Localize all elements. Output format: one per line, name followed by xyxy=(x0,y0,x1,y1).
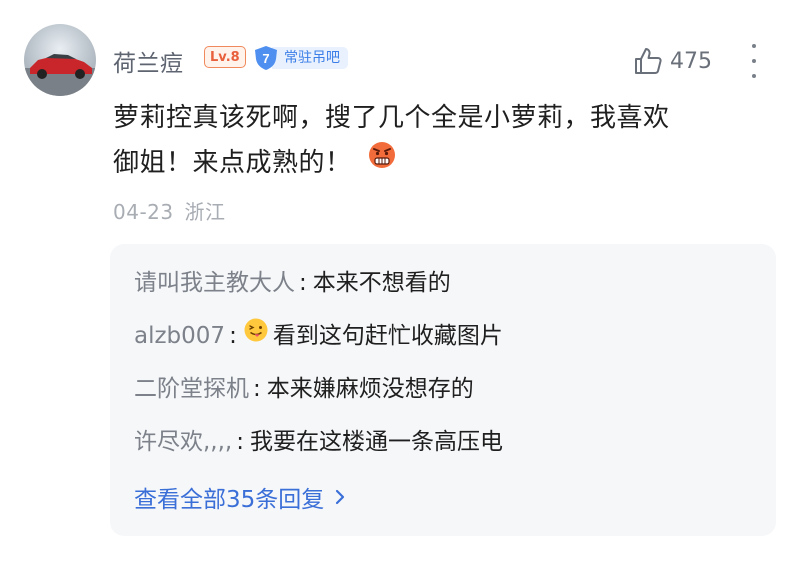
dot xyxy=(752,59,756,63)
reply-item[interactable]: 二阶堂探机: 本来嫌麻烦没想存的 xyxy=(134,372,474,406)
comment-line-1: 萝莉控真该死啊，搜了几个全是小萝莉，我喜欢 xyxy=(113,103,670,133)
reply-author[interactable]: alzb007 xyxy=(134,323,225,349)
reply-text: 我要在这楼通一条高压电 xyxy=(250,429,503,455)
reply-item[interactable]: 许尽欢,,,,: 我要在这楼通一条高压电 xyxy=(134,425,503,459)
dot xyxy=(752,44,756,48)
reply-text: 本来嫌麻烦没想存的 xyxy=(266,376,474,402)
comment-location: 浙江 xyxy=(184,200,226,224)
level-badge: Lv.8 xyxy=(204,46,246,68)
comment-text: 萝莉控真该死啊，搜了几个全是小萝莉，我喜欢 御姐！来点成熟的！ xyxy=(113,96,773,186)
more-options-button[interactable] xyxy=(746,44,762,78)
tongue-out-emoji-icon xyxy=(243,317,269,353)
reply-colon: : xyxy=(299,270,307,296)
reply-item[interactable]: alzb007: 看到这句赶忙收藏图片 xyxy=(134,317,503,353)
view-all-label: 查看全部35条回复 xyxy=(134,487,325,513)
member-label: 常驻吊吧 xyxy=(272,47,348,69)
username[interactable]: 荷兰痘 xyxy=(113,44,184,78)
like-count: 475 xyxy=(670,48,712,74)
view-all-replies-link[interactable]: 查看全部35条回复 xyxy=(134,480,346,514)
comment-line-2-text: 御姐！来点成熟的！ xyxy=(113,148,352,178)
reply-author[interactable]: 许尽欢,,,, xyxy=(134,429,232,455)
shield-icon: 7 xyxy=(252,44,280,72)
reply-author[interactable]: 请叫我主教大人 xyxy=(134,270,295,296)
member-badge[interactable]: 7 常驻吊吧 xyxy=(252,44,348,72)
avatar[interactable] xyxy=(24,24,96,96)
dot xyxy=(752,74,756,78)
reply-colon: : xyxy=(253,376,261,402)
svg-text:7: 7 xyxy=(262,51,269,66)
comment-date: 04-23 xyxy=(113,200,174,224)
comment-meta: 04-23 浙江 xyxy=(113,196,225,225)
reply-colon: : xyxy=(229,323,237,349)
reply-author[interactable]: 二阶堂探机 xyxy=(134,376,249,402)
angry-face-emoji-icon xyxy=(366,138,398,185)
thumbs-up-icon xyxy=(635,48,662,74)
reply-colon: : xyxy=(236,429,244,455)
like-button[interactable]: 475 xyxy=(632,44,712,78)
replies-box: 请叫我主教大人: 本来不想看的 alzb007: 看到这句赶忙收藏图片 二阶堂探机:… xyxy=(110,244,776,536)
chevron-right-icon xyxy=(336,489,345,505)
reply-item[interactable]: 请叫我主教大人: 本来不想看的 xyxy=(134,266,451,300)
red-car-icon xyxy=(24,54,96,96)
reply-text: 看到这句赶忙收藏图片 xyxy=(272,323,503,349)
comment-line-2: 御姐！来点成熟的！ xyxy=(113,141,773,186)
reply-text: 本来不想看的 xyxy=(312,270,451,296)
